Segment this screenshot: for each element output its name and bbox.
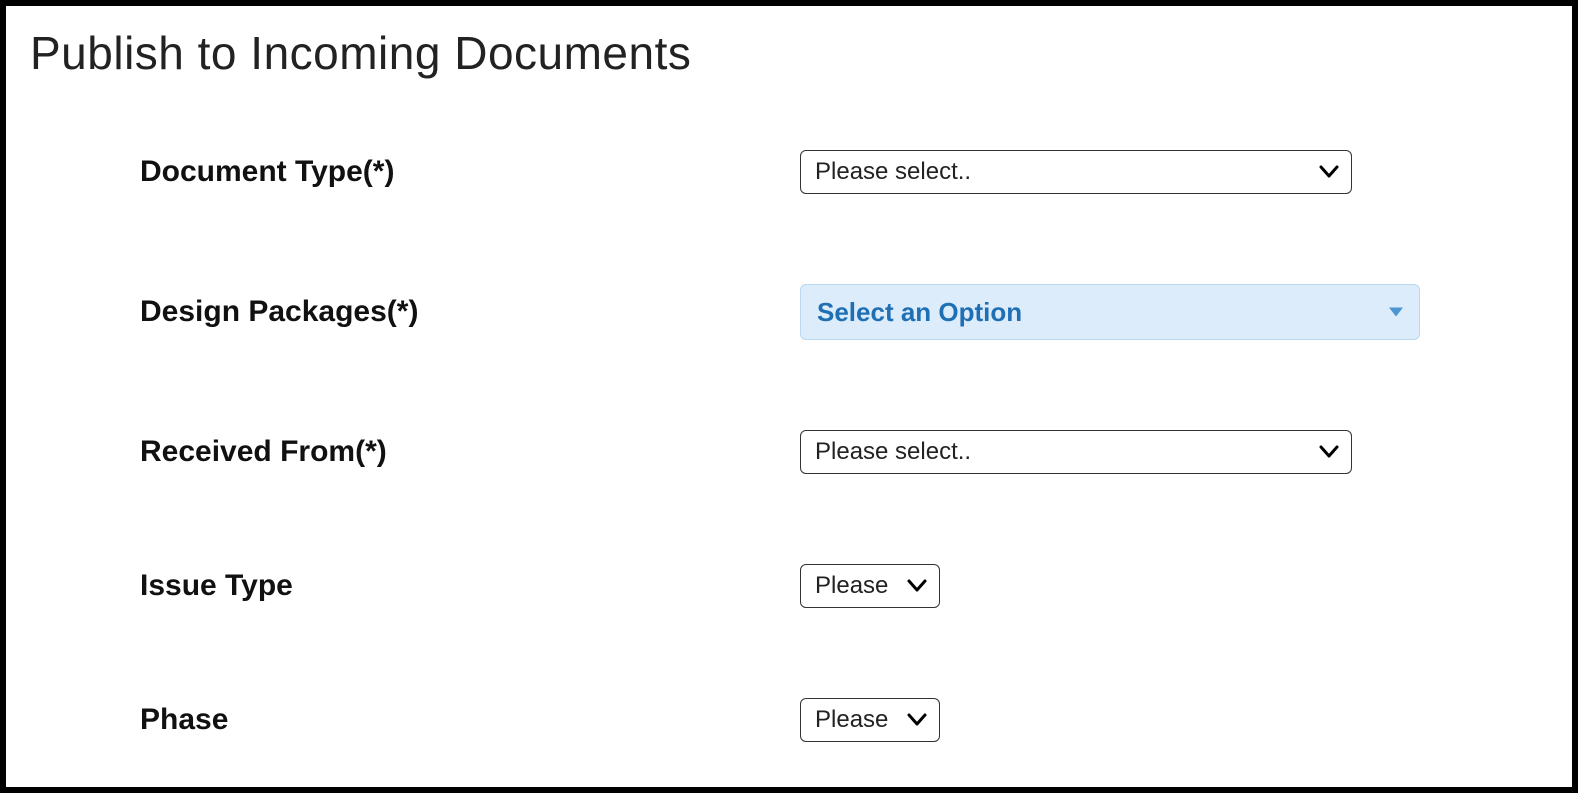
select-issue-type[interactable]: Please: [800, 564, 940, 608]
label-document-type: Document Type(*): [30, 155, 800, 189]
chevron-down-icon: [1319, 165, 1339, 179]
row-issue-type: Issue Type Please: [30, 564, 1548, 608]
row-phase: Phase Please: [30, 698, 1548, 742]
select-document-type-value: Please select..: [815, 158, 971, 186]
select-document-type[interactable]: Please select..: [800, 150, 1352, 194]
select-issue-type-value: Please: [815, 572, 888, 600]
row-document-type: Document Type(*) Please select..: [30, 150, 1548, 194]
select-received-from[interactable]: Please select..: [800, 430, 1352, 474]
select-design-packages[interactable]: Select an Option: [800, 284, 1420, 340]
chevron-down-icon: [907, 713, 927, 727]
label-design-packages: Design Packages(*): [30, 295, 800, 329]
select-received-from-value: Please select..: [815, 438, 971, 466]
label-received-from: Received From(*): [30, 435, 800, 469]
label-issue-type: Issue Type: [30, 569, 800, 603]
select-phase[interactable]: Please: [800, 698, 940, 742]
page-title: Publish to Incoming Documents: [30, 26, 1548, 80]
chevron-down-icon: [1319, 445, 1339, 459]
select-phase-value: Please: [815, 706, 888, 734]
select-design-packages-value: Select an Option: [817, 297, 1022, 328]
label-phase: Phase: [30, 703, 800, 737]
caret-down-icon: [1389, 308, 1403, 317]
chevron-down-icon: [907, 579, 927, 593]
row-received-from: Received From(*) Please select..: [30, 430, 1548, 474]
row-design-packages: Design Packages(*) Select an Option: [30, 284, 1548, 340]
